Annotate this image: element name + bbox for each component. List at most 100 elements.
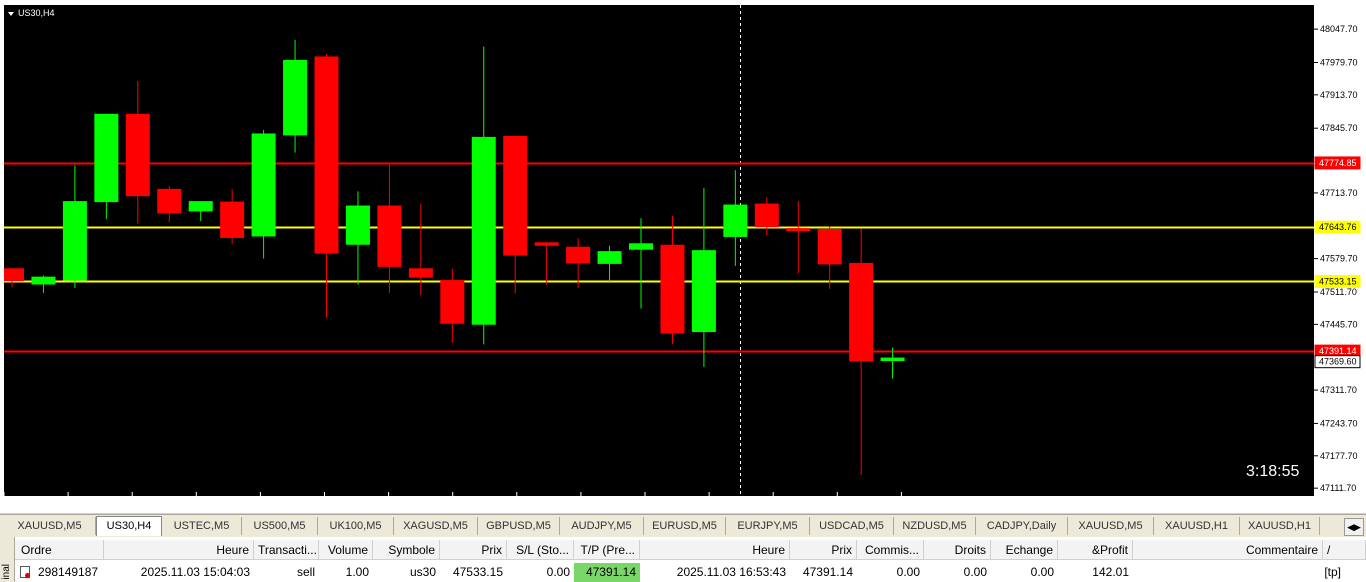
cell-swap: 0.00	[1030, 565, 1054, 579]
col-header-commission[interactable]: Commis...	[857, 540, 924, 560]
col-header-time-open[interactable]: Heure	[104, 540, 254, 560]
candle-body[interactable]	[157, 188, 182, 214]
tab-xagusd-m5[interactable]: XAGUSD,M5	[394, 517, 478, 535]
time-tick-label: 29 Oct 04:00	[196, 496, 248, 506]
col-header-sl[interactable]: S/L (Sto...	[507, 540, 574, 560]
tab-nzdusd-m5[interactable]: NZDUSD,M5	[894, 517, 976, 535]
candle-body[interactable]	[220, 201, 245, 238]
candle-body[interactable]	[62, 201, 87, 281]
tab-cadjpy-daily[interactable]: CADJPY,Daily	[976, 517, 1068, 535]
candle-body[interactable]	[94, 113, 119, 203]
candle-body[interactable]	[629, 243, 653, 250]
price-tick-label: 47845.70	[1320, 123, 1358, 133]
tab-xauusd-h1[interactable]: XAUUSD,H1	[1154, 517, 1240, 535]
tab-xauusd-m5[interactable]: XAUUSD,M5	[4, 517, 96, 535]
col-header-profit[interactable]: &Profit	[1058, 540, 1133, 560]
chart-tabs-bar: XAUUSD,M5 US30,H4 USTEC,M5 US500,M5 UK100,M5…	[0, 514, 1366, 537]
candle-body[interactable]	[503, 135, 528, 256]
tab-ustec-m5[interactable]: USTEC,M5	[162, 517, 242, 535]
price-chart[interactable]: 48047.70 47979.70 47913.70 47845.70 47713.70…	[0, 0, 1366, 513]
price-tick-label: 47913.70	[1320, 90, 1358, 100]
tab-eurjpy-m5[interactable]: EURJPY,M5	[726, 517, 810, 535]
candle-body[interactable]	[471, 136, 496, 325]
candle-body[interactable]	[4, 268, 24, 282]
tab-audjpy-m5[interactable]: AUDJPY,M5	[560, 517, 644, 535]
col-header-time-close[interactable]: Heure	[640, 540, 790, 560]
price-tick-label: 47243.70	[1320, 418, 1358, 428]
time-tick-label: 31 Oct 04:00	[581, 496, 633, 506]
col-header-comment[interactable]: Commentaire	[1133, 540, 1323, 560]
candle-body[interactable]	[188, 201, 213, 212]
price-tick-label: 47177.70	[1320, 451, 1358, 461]
terminal-side-tab[interactable]: inal	[0, 537, 15, 582]
price-tick-label: 47445.70	[1320, 319, 1358, 329]
candle-body[interactable]	[345, 205, 370, 245]
time-tick-label: 30 Oct 04:00	[389, 496, 441, 506]
cell-order: 298149187	[38, 565, 99, 579]
column-resize-icon: /	[1327, 543, 1331, 557]
tab-eurusd-m5[interactable]: EURUSD,M5	[644, 517, 726, 535]
col-header-price-close[interactable]: Prix	[790, 540, 857, 560]
candle-body[interactable]	[534, 242, 559, 246]
col-header-order[interactable]: Ordre	[15, 540, 104, 560]
col-header-swap[interactable]: Echange	[991, 540, 1058, 560]
candle-body[interactable]	[691, 250, 716, 333]
bar-countdown: 3:18:55	[1246, 463, 1300, 480]
cell-tp: 47391.14	[574, 563, 640, 582]
tab-xauusd-m5[interactable]: XAUUSD,M5	[1068, 517, 1154, 535]
terminal-panel: inal Ordre Heure Transacti... Volume Sym…	[0, 537, 1366, 582]
candle-body[interactable]	[880, 357, 905, 361]
candle-body[interactable]	[566, 246, 591, 264]
tab-us500-m5[interactable]: US500,M5	[242, 517, 318, 535]
time-tick-label: 28 Oct 20:00	[132, 496, 184, 506]
candle-body[interactable]	[408, 268, 433, 278]
candle-body[interactable]	[314, 56, 339, 254]
candle-body[interactable]	[723, 204, 748, 237]
candle-body[interactable]	[754, 203, 779, 228]
candle-body[interactable]	[786, 228, 811, 232]
candle-body[interactable]	[440, 280, 465, 324]
col-header-symbol[interactable]: Symbole	[373, 540, 440, 560]
cell-price-close: 47391.14	[802, 565, 853, 579]
cell-price-open: 47533.15	[452, 565, 503, 579]
time-tick-label: 29 Oct 20:00	[325, 496, 377, 506]
col-header-price-open[interactable]: Prix	[440, 540, 507, 560]
price-label-text: 47369.60	[1319, 357, 1357, 367]
cell-comment: [tp]	[1324, 565, 1341, 579]
chart-title[interactable]: US30,H4	[8, 8, 55, 18]
tab-gbpusd-m5[interactable]: GBPUSD,M5	[478, 517, 560, 535]
candle-body[interactable]	[597, 251, 622, 264]
candle-body[interactable]	[849, 262, 874, 362]
col-header-tp[interactable]: T/P (Pre...	[574, 540, 640, 560]
chart-symbol-label: US30,H4	[18, 8, 55, 18]
col-header-volume[interactable]: Volume	[319, 540, 373, 560]
price-label-text: 47643.76	[1319, 222, 1357, 232]
price-tick-label: 47511.70	[1320, 287, 1357, 297]
cell-time-close: 2025.11.03 16:53:43	[676, 565, 786, 579]
candle-body[interactable]	[251, 133, 276, 237]
cell-commission: 0.00	[896, 565, 920, 579]
cell-sl: 0.00	[546, 565, 570, 579]
tabs-scroll-arrows-icon[interactable]: ◀▶	[1344, 518, 1364, 536]
candle-body[interactable]	[817, 229, 842, 265]
tab-uk100-m5[interactable]: UK100,M5	[318, 517, 394, 535]
time-tick-label: 3 Nov 04:00	[773, 496, 822, 506]
candle-body[interactable]	[283, 59, 308, 136]
tab-usdcad-m5[interactable]: USDCAD,M5	[810, 517, 894, 535]
col-header-extra[interactable]: /	[1323, 540, 1366, 560]
col-header-transaction[interactable]: Transacti...	[254, 540, 319, 560]
candle-body[interactable]	[660, 244, 685, 334]
cell-symbol: us30	[409, 565, 436, 579]
candle-body[interactable]	[125, 113, 150, 197]
dropdown-triangle-icon[interactable]	[8, 11, 14, 16]
col-header-rights[interactable]: Droits	[924, 540, 991, 560]
chart-window[interactable]: 48047.70 47979.70 47913.70 47845.70 47713.70…	[0, 0, 1366, 513]
cell-rights: 0.00	[963, 565, 987, 579]
candle-body[interactable]	[31, 276, 56, 285]
tab-xauusd-h1[interactable]: XAUUSD,H1	[1240, 517, 1320, 535]
sell-order-icon	[20, 566, 30, 578]
tab-us30-h4[interactable]: US30,H4	[96, 516, 162, 536]
candle-body[interactable]	[377, 205, 402, 267]
time-tick-label: 30 Oct 20:00	[517, 496, 569, 506]
time-tick-label: 28 Oct 12:00	[68, 496, 120, 506]
